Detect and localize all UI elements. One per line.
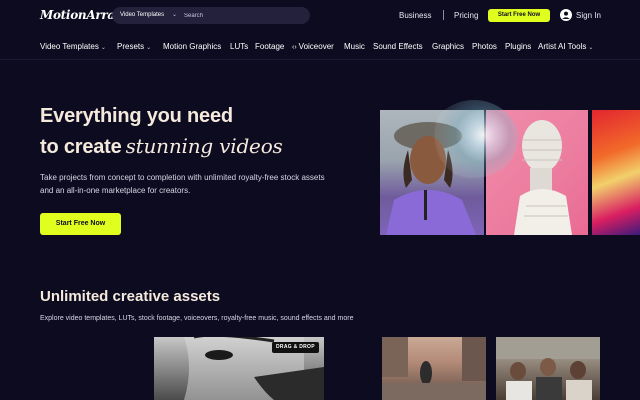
voiceover-icon: ‹› xyxy=(292,44,297,51)
nav-item-sound-effects[interactable]: Sound Effects xyxy=(373,42,423,51)
nav-item-voiceover[interactable]: ‹› Voiceover xyxy=(292,42,334,51)
business-link[interactable]: Business xyxy=(399,11,431,20)
nav-item-music[interactable]: Music xyxy=(344,42,365,51)
start-free-hero-button[interactable]: Start Free Now xyxy=(40,213,121,235)
hero-title-line-2: to create stunning videos xyxy=(40,134,283,158)
hero-title-accent: stunning videos xyxy=(125,134,283,158)
search-category-select[interactable]: Video Templates ⌄ xyxy=(116,8,180,23)
chevron-down-icon: ⌄ xyxy=(146,45,152,51)
glass-orb-decoration xyxy=(430,100,518,178)
top-bar: MotionArray Video Templates ⌄ Business P… xyxy=(0,0,640,32)
nav-item-artist-ai-tools[interactable]: Artist AI Tools ⌄ xyxy=(538,42,593,51)
nav-item-footage[interactable]: Footage xyxy=(255,42,284,51)
assets-section-description: Explore video templates, LUTs, stock foo… xyxy=(40,315,354,322)
user-icon[interactable] xyxy=(560,9,572,21)
asset-image-street[interactable] xyxy=(382,337,486,400)
nav-item-video-templates[interactable]: Video Templates ⌄ xyxy=(40,42,106,51)
main-nav: Video Templates ⌄ Presets ⌄ Motion Graphic… xyxy=(0,38,640,58)
nav-item-motion-graphics[interactable]: Motion Graphics xyxy=(163,42,221,51)
nav-item-presets[interactable]: Presets ⌄ xyxy=(117,42,151,51)
nav-item-graphics[interactable]: Graphics xyxy=(432,42,464,51)
assets-section-title: Unlimited creative assets xyxy=(40,288,221,305)
pricing-link[interactable]: Pricing xyxy=(454,11,478,20)
chevron-down-icon: ⌄ xyxy=(588,45,594,51)
start-free-header-button[interactable]: Start Free Now xyxy=(488,9,550,22)
street-illustration xyxy=(382,337,486,400)
nav-divider xyxy=(0,59,640,60)
sign-in-link[interactable]: Sign In xyxy=(576,11,601,20)
hero-description: Take projects from concept to completion… xyxy=(40,173,325,195)
header-divider xyxy=(443,10,444,20)
nav-item-luts[interactable]: LUTs xyxy=(230,42,248,51)
nav-item-plugins[interactable]: Plugins xyxy=(505,42,531,51)
search-input[interactable] xyxy=(184,8,304,23)
chevron-down-icon: ⌄ xyxy=(172,12,178,18)
hero-title-line-1: Everything you need xyxy=(40,105,233,127)
drag-and-drop-badge: DRAG & DROP xyxy=(272,342,319,353)
search-bar: Video Templates ⌄ xyxy=(112,7,310,24)
search-category-label: Video Templates xyxy=(120,12,165,18)
asset-image-crowd[interactable] xyxy=(496,337,600,400)
chevron-down-icon: ⌄ xyxy=(100,45,106,51)
motionarray-logo[interactable]: MotionArray xyxy=(40,8,122,22)
hero-image-abstract xyxy=(592,110,640,235)
crowd-illustration xyxy=(496,337,600,400)
nav-item-photos[interactable]: Photos xyxy=(472,42,497,51)
